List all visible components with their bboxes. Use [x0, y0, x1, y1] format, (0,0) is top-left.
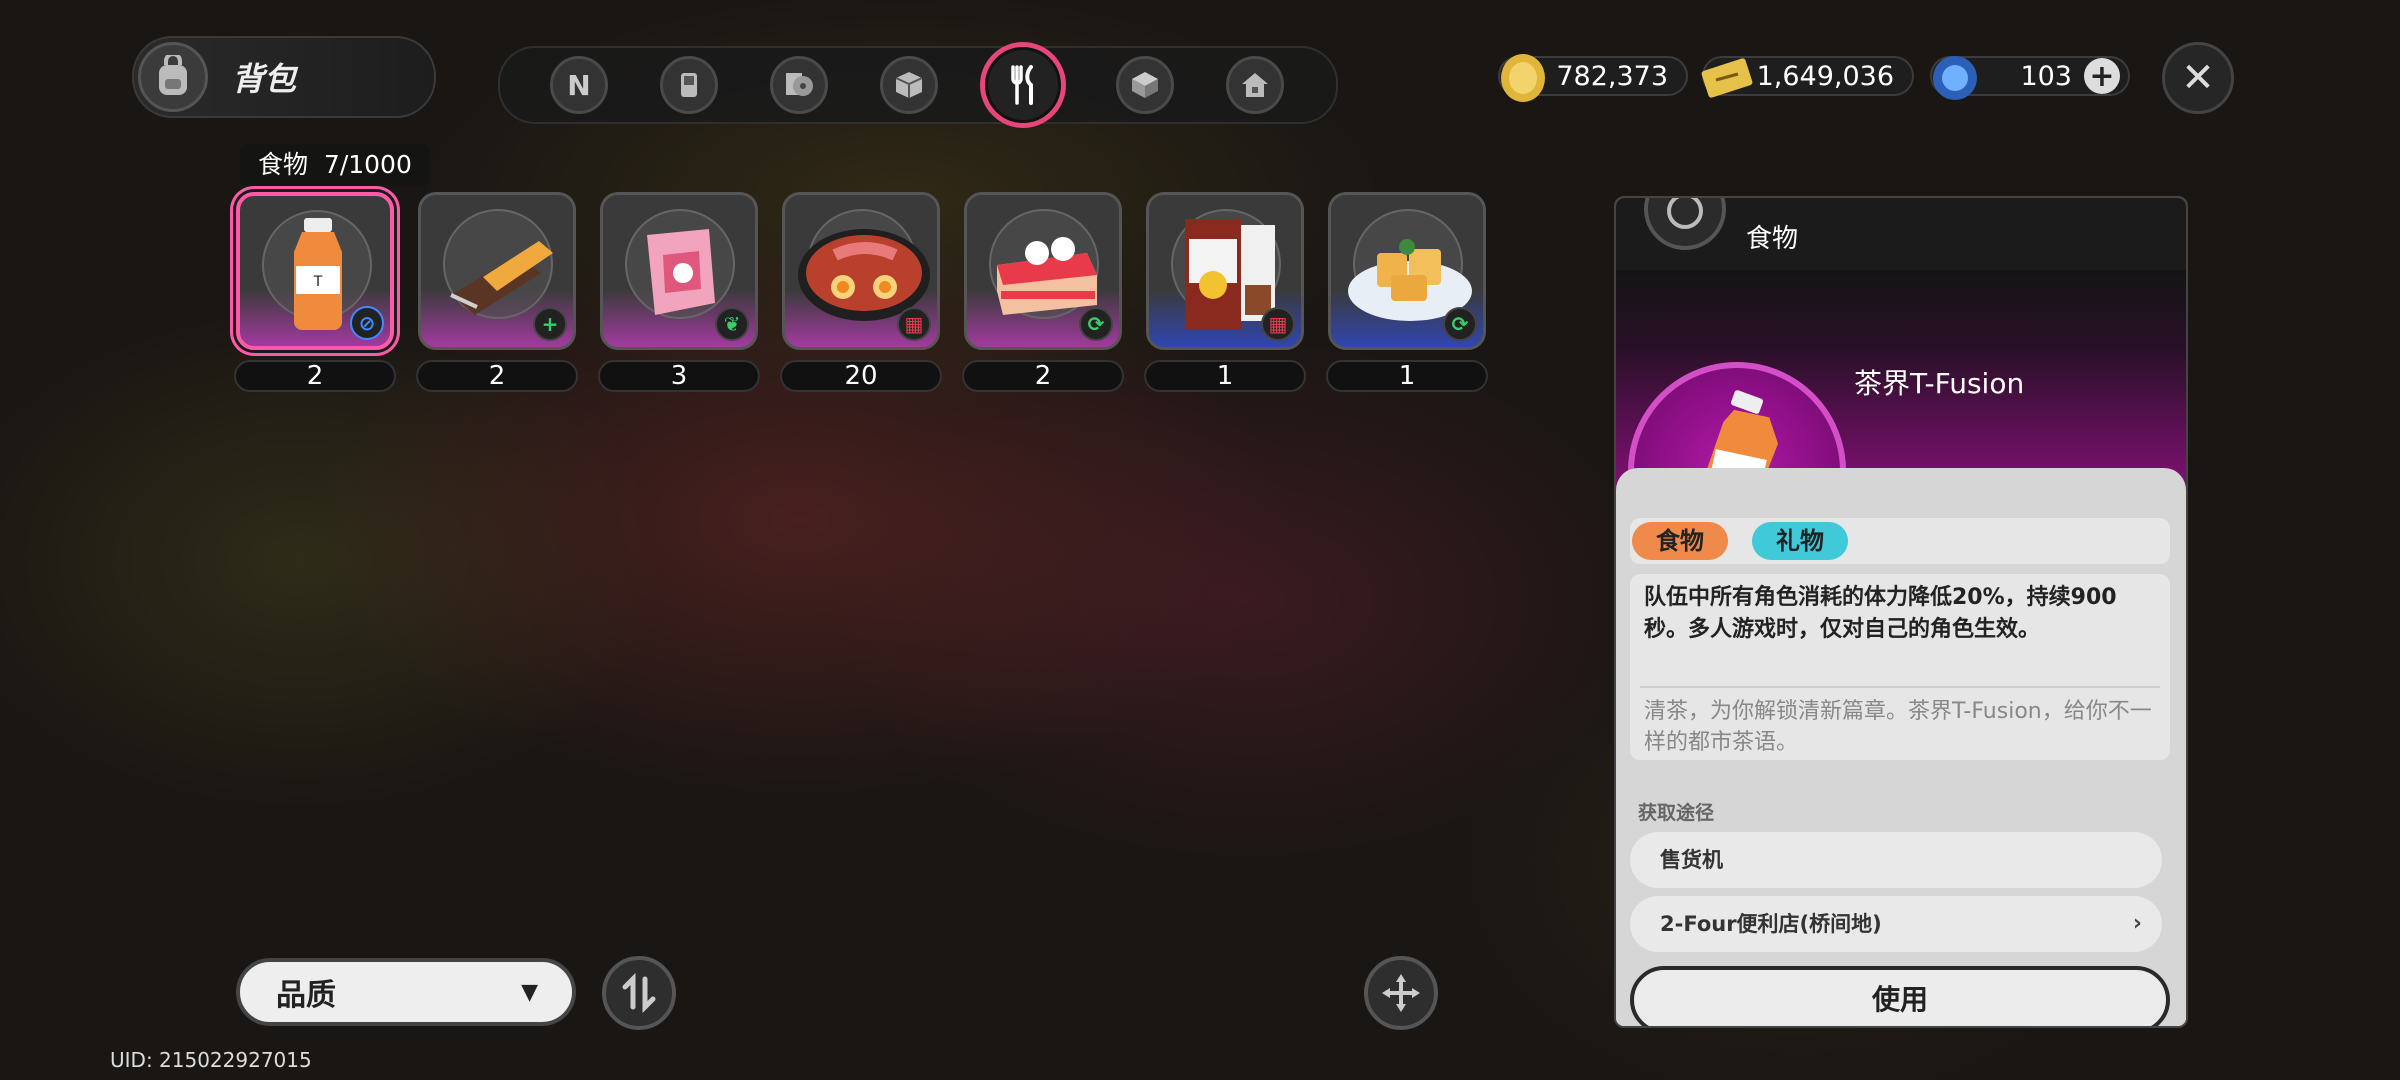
tab-items[interactable]: [1116, 56, 1174, 114]
detail-category: 食物: [1746, 224, 1799, 254]
divider: [1640, 686, 2160, 688]
close-button[interactable]: ✕: [2162, 42, 2234, 114]
tab-gadgets[interactable]: [660, 56, 718, 114]
category-capacity-label: 食物 7/1000: [240, 144, 430, 186]
currency-gold: 782,373: [1498, 54, 1688, 102]
gold-amount: 782,373: [1556, 60, 1668, 92]
chevron-down-icon: ▼: [521, 979, 538, 1005]
sort-arrows-icon: [622, 973, 656, 1013]
inventory-item[interactable]: ❦ 3: [598, 192, 760, 392]
disc-icon: [786, 73, 813, 96]
fork-knife-icon: [1011, 65, 1033, 105]
crystal-icon: [1933, 56, 1977, 100]
source-label: 售货机: [1660, 848, 1723, 872]
green-plus-icon: +: [533, 307, 567, 341]
sort-order-button[interactable]: [602, 956, 676, 1030]
tab-materials[interactable]: [880, 56, 938, 114]
green-cycle-icon: ⟳: [1443, 307, 1477, 341]
category-capacity: 7/1000: [323, 150, 412, 179]
inventory-item[interactable]: + 2: [416, 192, 578, 392]
close-icon: ✕: [2181, 55, 2215, 101]
item-effect-description: 队伍中所有角色消耗的体力降低20%，持续900秒。多人游戏时，仅对自己的角色生效…: [1644, 585, 2117, 642]
source-label: 2-Four便利店(桥间地): [1660, 912, 1882, 936]
ticket-icon: [1701, 58, 1753, 98]
item-card-pink-candy[interactable]: ❦: [600, 192, 758, 350]
currency-crystals: 103 +: [1930, 56, 2130, 100]
description-box: 队伍中所有角色消耗的体力降低20%，持续900秒。多人游戏时，仅对自己的角色生效…: [1630, 574, 2170, 760]
detail-body: 食物 礼物 队伍中所有角色消耗的体力降低20%，持续900秒。多人游戏时，仅对自…: [1616, 468, 2186, 1026]
crystals-amount: 103: [2020, 60, 2072, 92]
item-count: 3: [598, 360, 760, 392]
chevron-right-icon: ›: [2132, 911, 2142, 936]
item-count: 20: [780, 360, 942, 392]
inventory-item[interactable]: ⟳ 1: [1326, 192, 1488, 392]
item-card-snack-box[interactable]: ▦: [1146, 192, 1304, 350]
item-name: 茶界T-Fusion: [1854, 367, 2025, 400]
source-vending-machine[interactable]: 售货机: [1630, 832, 2162, 888]
tab-food[interactable]: [980, 42, 1066, 128]
item-count: 2: [962, 360, 1124, 392]
item-card-fried-tofu[interactable]: ⟳: [1328, 192, 1486, 350]
item-count: 2: [416, 360, 578, 392]
tag-row: 食物 礼物: [1630, 518, 2170, 564]
backpack-title-button[interactable]: 背包: [132, 36, 436, 118]
red-grid-icon: ▦: [897, 307, 931, 341]
green-cycle-icon: ⟳: [1079, 307, 1113, 341]
gadget-icon: [681, 73, 697, 97]
move-button[interactable]: [1364, 956, 1438, 1030]
tab-all[interactable]: N: [550, 56, 608, 114]
item-card-bottle-drink[interactable]: T ⊘: [236, 192, 394, 350]
inventory-item[interactable]: T ⊘ 2: [234, 192, 396, 392]
green-leaf-icon: ❦: [715, 307, 749, 341]
house-icon: [1242, 73, 1268, 97]
currency-tickets: 1,649,036: [1701, 56, 1914, 98]
item-card-chocolate-bar[interactable]: +: [418, 192, 576, 350]
item-flavor-text: 清茶，为你解锁清新篇章。茶界T-Fusion，给你不一样的都市茶语。: [1644, 699, 2152, 755]
inventory-item[interactable]: ▦ 20: [780, 192, 942, 392]
item-count: 2: [234, 360, 396, 392]
tag-food: 食物: [1632, 522, 1728, 560]
item-detail-panel: 食物 茶界T-Fusion ×2 食物 礼物 队伍中所有角色消耗的体力降低20%…: [1614, 196, 2188, 1028]
inventory-item[interactable]: ▦ 1: [1144, 192, 1306, 392]
category-name: 食物: [258, 150, 309, 179]
quality-sort-dropdown[interactable]: 品质 ▼: [236, 958, 576, 1026]
item-count: 1: [1326, 360, 1488, 392]
page-title: 背包: [232, 60, 297, 98]
gold-coin-icon: [1501, 54, 1545, 102]
sort-label: 品质: [276, 978, 336, 1013]
item-count: 1: [1144, 360, 1306, 392]
logo-icon: N: [567, 68, 591, 102]
tab-furniture[interactable]: [1226, 56, 1284, 114]
backpack-icon: [138, 42, 208, 112]
tickets-amount: 1,649,036: [1756, 60, 1894, 92]
cube-icon: [1132, 72, 1158, 98]
add-crystals-button[interactable]: +: [2084, 58, 2120, 94]
svg-text:T: T: [313, 274, 323, 290]
blue-effect-icon: ⊘: [350, 306, 384, 340]
item-card-ramen-bowl[interactable]: ▦: [782, 192, 940, 350]
red-grid-icon: ▦: [1261, 307, 1295, 341]
tab-discs[interactable]: [770, 56, 828, 114]
category-tab-bar: N: [498, 42, 1338, 128]
box-icon: [895, 72, 923, 98]
item-card-strawberry-cake[interactable]: ⟳: [964, 192, 1122, 350]
inventory-item[interactable]: ⟳ 2: [962, 192, 1124, 392]
source-convenience-store[interactable]: 2-Four便利店(桥间地) ›: [1630, 896, 2162, 952]
tag-gift: 礼物: [1752, 522, 1848, 560]
use-button[interactable]: 使用: [1630, 966, 2170, 1026]
cross-arrows-icon: [1382, 974, 1420, 1012]
user-id: UID: 215022927015: [110, 1048, 312, 1072]
sources-title: 获取途径: [1638, 802, 1715, 824]
